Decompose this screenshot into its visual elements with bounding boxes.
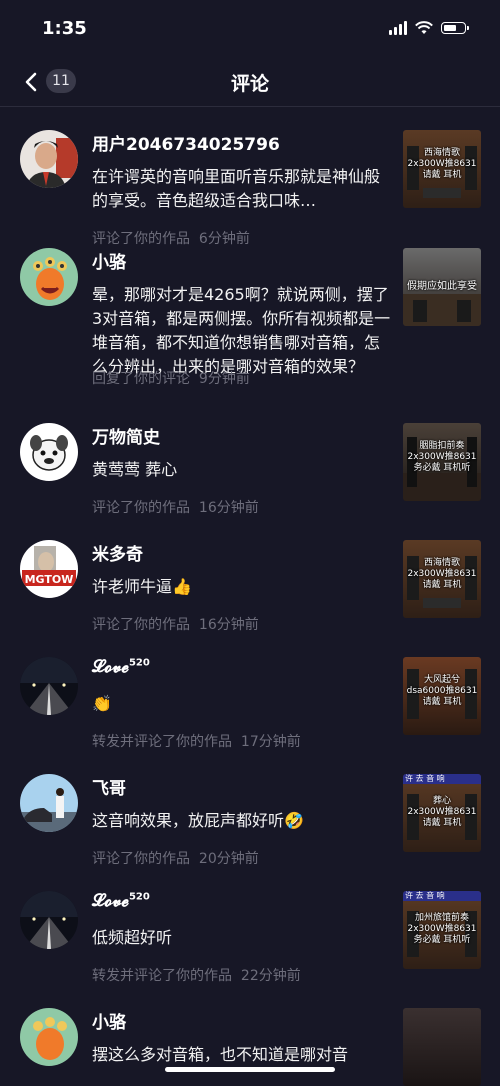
comment-item[interactable]: 飞哥 这音响效果，放屁声都好听🤣 评论了你的作品 20分钟前 许 去 音 响 葬…: [0, 751, 500, 868]
video-thumbnail[interactable]: 假期应如此享受: [403, 248, 481, 326]
video-thumbnail[interactable]: 许 去 音 响 葬心 2x300W推8631 请戴 耳机: [403, 774, 481, 852]
nav-bar: 11 评论: [0, 58, 500, 107]
video-thumbnail[interactable]: 西海情歌 2x300W推8631 请戴 耳机: [403, 540, 481, 618]
comment-item[interactable]: MGTOW 米多奇 许老师牛逼👍 评论了你的作品 16分钟前 西海情歌 2x30…: [0, 517, 500, 634]
comment-time: 17分钟前: [240, 734, 301, 750]
svg-text:MGTOW: MGTOW: [25, 573, 74, 586]
comment-meta: 转发并评论了你的作品 17分钟前: [92, 731, 301, 751]
status-icons: [389, 21, 469, 35]
thumbnail-caption: 西海情歌 2x300W推8631 请戴 耳机: [407, 148, 477, 180]
comment-text: 许老师牛逼👍: [92, 577, 192, 596]
thumbnail-caption: 加州旅馆前奏 2x300W推8631 务必戴 耳机听: [407, 913, 477, 945]
video-thumbnail[interactable]: 西海情歌 2x300W推8631 请戴 耳机: [403, 130, 481, 208]
comment-text: 这音响效果，放屁声都好听🤣: [92, 811, 304, 830]
avatar[interactable]: [20, 423, 78, 481]
comment-meta: 回复了你的评论 9分钟前: [92, 368, 250, 388]
page-title: 评论: [230, 73, 269, 95]
commenter-name[interactable]: 米多奇: [92, 540, 143, 565]
commenter-name-text: 𝓛𝓸𝓿𝓮: [92, 657, 129, 677]
battery-icon: [441, 22, 469, 34]
status-time: 1:35: [42, 18, 87, 39]
comment-list: 用户2046734025796 在许谔英的音响里面听音乐那就是神仙般的享受。音色…: [0, 107, 500, 1086]
avatar[interactable]: MGTOW: [20, 540, 78, 598]
thumbnail-caption: 大风起兮 dsa6000推8631 请戴 耳机: [406, 675, 478, 707]
comment-text: 👏: [92, 694, 112, 713]
comment-item[interactable]: 𝓛𝓸𝓿𝓮520 👏 转发并评论了你的作品 17分钟前 大风起兮 dsa6000推…: [0, 634, 500, 751]
comment-time: 22分钟前: [240, 968, 301, 984]
commenter-name[interactable]: 𝓛𝓸𝓿𝓮520: [92, 657, 150, 677]
comment-action: 回复了你的评论: [92, 371, 190, 387]
comment-action: 评论了你的作品: [92, 617, 190, 633]
commenter-name[interactable]: 小骆: [92, 1008, 126, 1033]
comment-meta: 转发并评论了你的作品 22分钟前: [92, 965, 301, 985]
comment-time: 16分钟前: [198, 500, 259, 516]
comment-time: 9分钟前: [198, 371, 250, 387]
thumbnail-caption: 西海情歌 2x300W推8631 请戴 耳机: [407, 558, 477, 590]
avatar[interactable]: [20, 248, 78, 306]
video-thumbnail[interactable]: 许 去 音 响 加州旅馆前奏 2x300W推8631 务必戴 耳机听: [403, 891, 481, 969]
comment-text: 摆这么多对音箱，也不知道是哪对音: [92, 1045, 349, 1064]
thumbnail-caption: 假期应如此享受: [407, 281, 477, 292]
thumbnail-caption: 葬心 2x300W推8631 请戴 耳机: [407, 796, 477, 828]
status-bar: 1:35: [0, 0, 500, 58]
cellular-signal-icon: [389, 21, 407, 35]
commenter-name-text: 𝓛𝓸𝓿𝓮: [92, 891, 129, 911]
commenter-name[interactable]: 小骆: [92, 248, 126, 273]
avatar[interactable]: [20, 130, 78, 188]
video-thumbnail[interactable]: [403, 1008, 481, 1086]
comment-action: 评论了你的作品: [92, 500, 190, 516]
comment-item[interactable]: 小骆 摆这么多对音箱，也不知道是哪对音: [0, 985, 500, 1086]
comment-action: 转发并评论了你的作品: [92, 968, 232, 984]
comment-item[interactable]: 𝓛𝓸𝓿𝓮520 低频超好听 转发并评论了你的作品 22分钟前 许 去 音 响 加…: [0, 868, 500, 985]
commenter-name[interactable]: 用户2046734025796: [92, 130, 280, 155]
comment-text: 在许谔英的音响里面听音乐那就是神仙般的享受。音色超级适合我口味…: [92, 167, 381, 210]
comment-action: 转发并评论了你的作品: [92, 734, 232, 750]
avatar[interactable]: [20, 657, 78, 715]
comment-meta: 评论了你的作品 16分钟前: [92, 614, 259, 634]
commenter-name[interactable]: 万物简史: [92, 423, 160, 448]
avatar[interactable]: [20, 891, 78, 949]
video-thumbnail[interactable]: 胭脂扣前奏 2x300W推8631 务必戴 耳机听: [403, 423, 481, 501]
commenter-name-suffix: 520: [128, 891, 150, 903]
commenter-name[interactable]: 𝓛𝓸𝓿𝓮520: [92, 891, 150, 911]
video-thumbnail[interactable]: 大风起兮 dsa6000推8631 请戴 耳机: [403, 657, 481, 735]
home-indicator[interactable]: [165, 1067, 335, 1072]
comment-text: 低频超好听: [92, 928, 173, 947]
comment-meta: 评论了你的作品 16分钟前: [92, 497, 259, 517]
comment-time: 16分钟前: [198, 617, 259, 633]
comment-meta: 评论了你的作品 20分钟前: [92, 848, 259, 868]
comment-item[interactable]: 万物简史 黄莺莺 葬心 评论了你的作品 16分钟前 胭脂扣前奏 2x300W推8…: [0, 400, 500, 517]
comment-text: 黄莺莺 葬心: [92, 460, 178, 479]
comment-item[interactable]: 用户2046734025796 在许谔英的音响里面听音乐那就是神仙般的享受。音色…: [0, 107, 500, 247]
comment-action: 评论了你的作品: [92, 851, 190, 867]
wifi-icon: [415, 21, 433, 34]
commenter-name-suffix: 520: [128, 657, 150, 669]
comment-text: 晕，那哪对才是4265啊？就说两侧，摆了3对音箱，都是两侧摆。你所有视频都是一堆…: [92, 285, 391, 376]
comment-time: 20分钟前: [198, 851, 259, 867]
avatar[interactable]: [20, 774, 78, 832]
avatar[interactable]: [20, 1008, 78, 1066]
commenter-name[interactable]: 飞哥: [92, 774, 126, 799]
thumbnail-caption: 胭脂扣前奏 2x300W推8631 务必戴 耳机听: [407, 441, 477, 473]
comment-item[interactable]: 小骆 晕，那哪对才是4265啊？就说两侧，摆了3对音箱，都是两侧摆。你所有视频都…: [0, 225, 500, 400]
